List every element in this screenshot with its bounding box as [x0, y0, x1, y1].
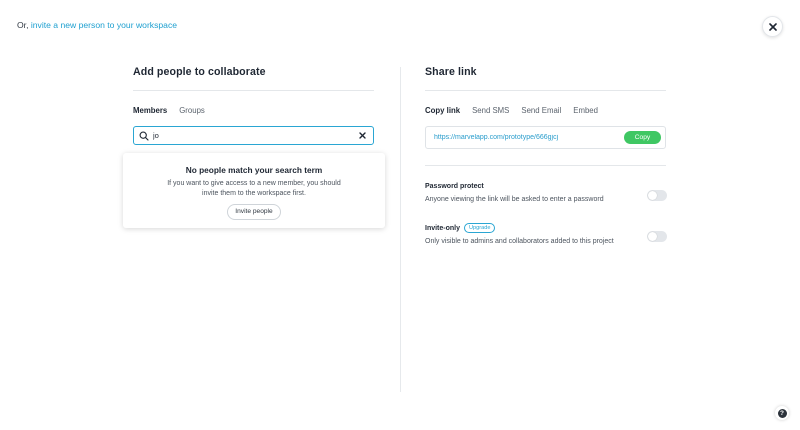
no-results-title: No people match your search term [185, 165, 323, 175]
close-button[interactable] [762, 16, 783, 37]
tab-members[interactable]: Members [133, 106, 167, 115]
divider [425, 165, 666, 166]
tab-copy-link[interactable]: Copy link [425, 106, 460, 115]
share-tabs: Copy link Send SMS Send Email Embed [425, 106, 666, 115]
invite-only-toggle[interactable] [647, 231, 667, 242]
invite-only-title-row: Invite-only Upgrade [425, 223, 666, 233]
help-icon: ? [777, 408, 787, 418]
tab-send-sms[interactable]: Send SMS [472, 106, 509, 115]
password-protect-setting: Password protect Anyone viewing the link… [425, 183, 667, 203]
divider [133, 90, 374, 91]
share-url-field: https://marvelapp.com/prototype/666gjcj … [425, 126, 666, 149]
tab-send-email[interactable]: Send Email [521, 106, 561, 115]
share-link-panel: Share link Copy link Send SMS Send Email… [425, 66, 667, 245]
no-results-dropdown: No people match your search term If you … [123, 153, 385, 228]
clear-icon [359, 132, 366, 139]
people-search-input[interactable] [153, 128, 358, 143]
password-protect-title: Password protect [425, 183, 484, 190]
invite-people-button[interactable]: Invite people [227, 204, 281, 220]
invite-only-description: Only visible to admins and collaborators… [425, 238, 614, 245]
no-results-description: If you want to give access to a new memb… [167, 180, 341, 197]
upgrade-badge[interactable]: Upgrade [464, 223, 496, 233]
invite-prompt: Or, invite a new person to your workspac… [17, 20, 177, 30]
add-people-title: Add people to collaborate [133, 66, 266, 78]
copy-link-button[interactable]: Copy [624, 131, 661, 144]
panel-divider [400, 67, 401, 392]
password-protect-toggle[interactable] [647, 190, 667, 201]
clear-search-button[interactable] [358, 131, 367, 140]
invite-new-person-link[interactable]: invite a new person to your workspace [31, 20, 177, 30]
search-icon [139, 131, 149, 141]
add-people-panel: Add people to collaborate Members Groups [133, 66, 374, 145]
toggle-knob [648, 191, 657, 200]
toggle-knob [648, 232, 657, 241]
people-tabs: Members Groups [133, 106, 374, 115]
tab-groups[interactable]: Groups [179, 106, 205, 115]
tab-embed[interactable]: Embed [573, 106, 598, 115]
invite-only-setting: Invite-only Upgrade Only visible to admi… [425, 223, 667, 245]
invite-prompt-prefix: Or, [17, 20, 29, 30]
divider [425, 90, 666, 91]
password-protect-description: Anyone viewing the link will be asked to… [425, 196, 604, 203]
people-search-box [133, 126, 374, 145]
invite-only-title: Invite-only [425, 224, 461, 232]
share-url[interactable]: https://marvelapp.com/prototype/666gjcj [434, 134, 624, 141]
share-link-title: Share link [425, 66, 477, 78]
help-button[interactable]: ? [775, 406, 789, 420]
close-icon [768, 22, 777, 31]
